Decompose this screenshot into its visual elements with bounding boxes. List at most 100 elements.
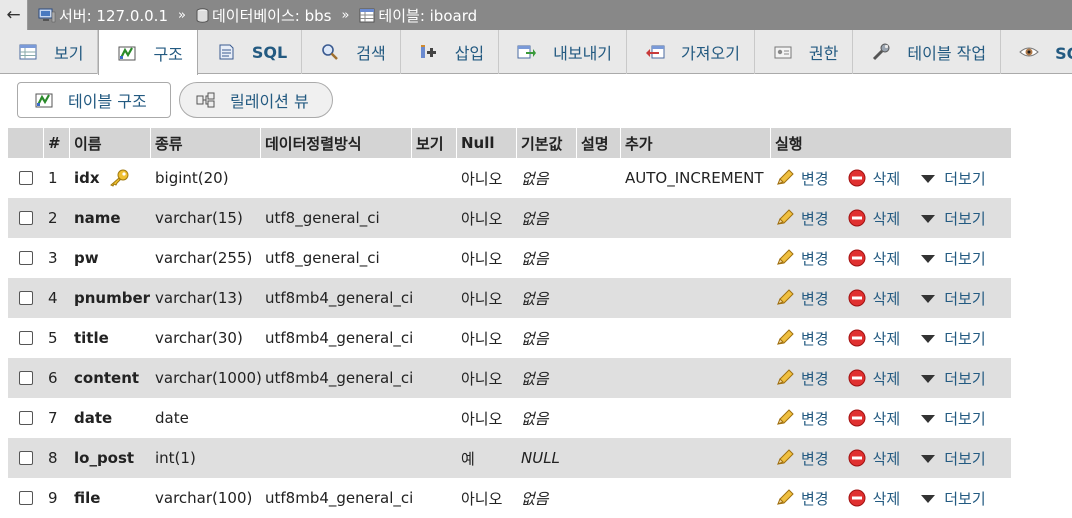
tab-operations[interactable]: 테이블 작업 (853, 30, 1002, 74)
more-label: 더보기 (944, 329, 986, 348)
breadcrumb-server-label: 서버: 127.0.0.1 (59, 6, 168, 25)
browse-icon (19, 44, 37, 60)
change-label: 변경 (801, 169, 829, 188)
row-checkbox[interactable] (19, 451, 33, 465)
pencil-icon (777, 249, 794, 265)
tab-privileges[interactable]: 권한 (755, 30, 854, 74)
change-link[interactable]: 변경 (775, 288, 829, 309)
row-checkbox[interactable] (19, 291, 33, 305)
row-collation: utf8mb4_general_ci (265, 289, 412, 307)
more-dropdown[interactable]: 더보기 (918, 448, 986, 469)
row-null: 아니오 (461, 289, 503, 308)
change-link[interactable]: 변경 (775, 448, 829, 469)
row-actions: 변경 삭제 더보기 (771, 278, 1011, 318)
change-link[interactable]: 변경 (775, 208, 829, 229)
more-dropdown[interactable]: 더보기 (918, 168, 986, 189)
row-checkbox[interactable] (19, 251, 33, 265)
change-label: 변경 (801, 449, 829, 468)
change-link[interactable]: 변경 (775, 328, 829, 349)
more-dropdown[interactable]: 더보기 (918, 368, 986, 389)
tab-import[interactable]: 가져오기 (627, 30, 755, 74)
change-label: 변경 (801, 209, 829, 228)
drop-link[interactable]: 삭제 (847, 488, 901, 509)
drop-link[interactable]: 삭제 (847, 408, 901, 429)
breadcrumb-table[interactable]: 테이블: iboard (359, 5, 477, 26)
more-dropdown[interactable]: 더보기 (918, 328, 986, 349)
header-name[interactable]: 이름 (70, 128, 151, 158)
row-checkbox-cell (8, 398, 44, 438)
tab-label: 내보내기 (553, 44, 613, 63)
tab-browse[interactable]: 보기 (0, 30, 99, 74)
table-row: 4 pnumber varchar(13) utf8mb4_general_ci… (8, 278, 1011, 318)
tab-insert[interactable]: 삽입 (401, 30, 500, 74)
header-collation: 데이터정렬방식 (261, 128, 412, 158)
tab-export[interactable]: 내보내기 (499, 30, 628, 74)
more-dropdown[interactable]: 더보기 (918, 248, 986, 269)
triangle-down-icon (921, 455, 936, 463)
relation-view-button[interactable]: 릴레이션 뷰 (179, 82, 333, 118)
change-label: 변경 (801, 329, 829, 348)
row-name: lo_post (74, 449, 135, 467)
row-type: int(1) (155, 449, 196, 467)
table-structure-button[interactable]: 테이블 구조 (17, 82, 171, 118)
row-checkbox[interactable] (19, 371, 33, 385)
more-dropdown[interactable]: 더보기 (918, 288, 986, 309)
row-null: 아니오 (461, 209, 503, 228)
row-checkbox[interactable] (19, 331, 33, 345)
more-dropdown[interactable]: 더보기 (918, 208, 986, 229)
change-label: 변경 (801, 489, 829, 508)
row-attributes (412, 158, 457, 198)
drop-icon (848, 289, 866, 307)
tab-label: 권한 (808, 44, 839, 63)
sql-icon (219, 44, 234, 60)
drop-link[interactable]: 삭제 (847, 448, 900, 469)
drop-icon (848, 409, 866, 427)
more-dropdown[interactable]: 더보기 (918, 408, 986, 429)
tab-search[interactable]: 검색 (302, 30, 401, 74)
tab-sql[interactable]: SQL (198, 30, 303, 74)
row-checkbox-cell (8, 318, 44, 358)
change-link[interactable]: 변경 (775, 488, 829, 509)
drop-label: 삭제 (872, 409, 901, 428)
tab-sql-views[interactable]: SQL 명 (1001, 30, 1072, 74)
drop-link[interactable]: 삭제 (847, 288, 900, 309)
change-link[interactable]: 변경 (775, 168, 829, 189)
table-structure-label: 테이블 구조 (68, 92, 147, 111)
header-checkbox-spacer (8, 128, 44, 158)
more-dropdown[interactable]: 더보기 (918, 488, 986, 509)
drop-label: 삭제 (872, 369, 901, 388)
row-extra (621, 438, 771, 478)
row-checkbox[interactable] (19, 211, 33, 225)
change-link[interactable]: 변경 (775, 368, 829, 389)
row-checkbox[interactable] (19, 411, 33, 425)
breadcrumb-separator: » (178, 7, 186, 23)
breadcrumb-database[interactable]: 데이터베이스: bbs (196, 5, 331, 26)
structure-icon (118, 46, 136, 60)
row-checkbox[interactable] (19, 171, 33, 185)
drop-icon (848, 449, 866, 467)
back-arrow-icon[interactable]: ← (0, 0, 28, 30)
table-row: 5 title varchar(30) utf8mb4_general_ci 아… (8, 318, 1011, 358)
row-comment (577, 478, 621, 518)
row-name: title (74, 329, 109, 347)
drop-link[interactable]: 삭제 (847, 328, 900, 349)
more-label: 더보기 (944, 249, 986, 268)
row-extra (621, 198, 771, 238)
drop-link[interactable]: 삭제 (847, 168, 900, 189)
row-default: NULL (521, 449, 560, 467)
row-actions: 변경 삭제 더보기 (771, 398, 1011, 438)
drop-link[interactable]: 삭제 (847, 208, 900, 229)
drop-link[interactable]: 삭제 (847, 248, 900, 269)
row-checkbox[interactable] (19, 491, 33, 505)
drop-label: 삭제 (872, 489, 901, 508)
change-link[interactable]: 변경 (775, 408, 829, 429)
tab-label: SQL (251, 42, 288, 62)
change-link[interactable]: 변경 (775, 248, 829, 269)
row-name-cell: lo_post (70, 438, 151, 478)
tab-structure[interactable]: 구조 (98, 30, 198, 75)
tab-label: 구조 (153, 44, 183, 64)
row-checkbox-cell (8, 278, 44, 318)
breadcrumb-server[interactable]: 서버: 127.0.0.1 (38, 5, 168, 26)
drop-link[interactable]: 삭제 (847, 368, 901, 389)
breadcrumb: ← 서버: 127.0.0.1 » 데이터베이스: bbs » 테이블: ibo… (0, 0, 1072, 30)
